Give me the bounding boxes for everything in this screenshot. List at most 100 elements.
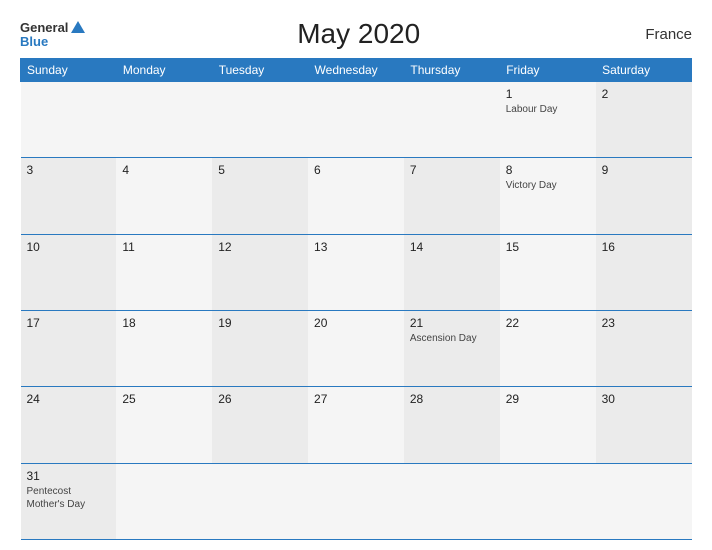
calendar-cell: 15 [500,234,596,310]
day-number: 11 [122,240,206,254]
day-number: 16 [602,240,686,254]
calendar-cell: 14 [404,234,500,310]
day-number: 2 [602,87,686,101]
days-header-row: Sunday Monday Tuesday Wednesday Thursday… [21,59,692,82]
day-event: Victory Day [506,179,590,192]
calendar-cell: 8 Victory Day [500,158,596,234]
day-number: 14 [410,240,494,254]
day-number: 19 [218,316,302,330]
calendar-cell: 12 [212,234,308,310]
day-number: 26 [218,392,302,406]
calendar-cell: 17 [21,310,117,386]
calendar-cell: 27 [308,387,404,463]
calendar-cell [212,463,308,539]
calendar-cell [404,82,500,158]
calendar-cell: 30 [596,387,692,463]
calendar-cell: 13 [308,234,404,310]
day-number: 31 [27,469,111,483]
calendar-cell: 11 [116,234,212,310]
calendar-cell: 4 [116,158,212,234]
logo: General Blue [20,21,85,48]
calendar-cell: 1 Labour Day [500,82,596,158]
calendar-cell [308,463,404,539]
calendar-week-row: 1 Labour Day 2 [21,82,692,158]
day-number: 21 [410,316,494,330]
calendar-cell [404,463,500,539]
calendar-cell [500,463,596,539]
day-number: 1 [506,87,590,101]
day-number: 4 [122,163,206,177]
calendar-header: General Blue May 2020 France [20,18,692,50]
calendar-cell: 3 [21,158,117,234]
day-number: 30 [602,392,686,406]
logo-general-text: General [20,21,68,34]
calendar-cell: 9 [596,158,692,234]
day-number: 3 [27,163,111,177]
day-event: Ascension Day [410,332,494,345]
calendar-cell: 18 [116,310,212,386]
day-number: 29 [506,392,590,406]
calendar-week-row: 345678 Victory Day 9 [21,158,692,234]
calendar-cell: 26 [212,387,308,463]
calendar-cell [116,82,212,158]
logo-blue-text: Blue [20,35,48,48]
day-number: 27 [314,392,398,406]
header-tuesday: Tuesday [212,59,308,82]
calendar-page: General Blue May 2020 France Sunday Mond… [0,0,712,550]
calendar-cell: 2 [596,82,692,158]
calendar-cell: 16 [596,234,692,310]
calendar-cell: 25 [116,387,212,463]
header-saturday: Saturday [596,59,692,82]
header-thursday: Thursday [404,59,500,82]
country-label: France [632,26,692,43]
day-number: 17 [27,316,111,330]
calendar-cell: 20 [308,310,404,386]
day-number: 6 [314,163,398,177]
calendar-table: Sunday Monday Tuesday Wednesday Thursday… [20,58,692,540]
header-wednesday: Wednesday [308,59,404,82]
day-number: 7 [410,163,494,177]
calendar-cell: 21 Ascension Day [404,310,500,386]
day-number: 22 [506,316,590,330]
calendar-cell: 7 [404,158,500,234]
calendar-cell: 24 [21,387,117,463]
calendar-cell [596,463,692,539]
day-number: 10 [27,240,111,254]
calendar-cell: 19 [212,310,308,386]
calendar-cell: 6 [308,158,404,234]
day-number: 28 [410,392,494,406]
day-number: 25 [122,392,206,406]
calendar-cell [212,82,308,158]
calendar-title: May 2020 [85,18,632,50]
header-friday: Friday [500,59,596,82]
day-event: Pentecost Mother's Day [27,485,111,511]
day-number: 18 [122,316,206,330]
calendar-cell: 23 [596,310,692,386]
day-number: 24 [27,392,111,406]
logo-triangle-icon [71,21,85,33]
calendar-cell [308,82,404,158]
day-number: 15 [506,240,590,254]
calendar-week-row: 17 18 19 20 21 Ascension Day 22 23 [21,310,692,386]
calendar-cell: 31 Pentecost Mother's Day [21,463,117,539]
day-number: 5 [218,163,302,177]
day-number: 23 [602,316,686,330]
day-number: 9 [602,163,686,177]
calendar-week-row: 10 11 12 13 14 15 16 [21,234,692,310]
calendar-cell: 29 [500,387,596,463]
day-event: Labour Day [506,103,590,116]
header-monday: Monday [116,59,212,82]
day-number: 13 [314,240,398,254]
calendar-week-row: 24 25 26 27 28 29 30 [21,387,692,463]
day-number: 8 [506,163,590,177]
calendar-cell: 5 [212,158,308,234]
calendar-week-row: 31 Pentecost Mother's Day [21,463,692,539]
calendar-cell [21,82,117,158]
header-sunday: Sunday [21,59,117,82]
calendar-cell: 10 [21,234,117,310]
calendar-cell: 28 [404,387,500,463]
calendar-cell [116,463,212,539]
day-number: 12 [218,240,302,254]
day-number: 20 [314,316,398,330]
calendar-cell: 22 [500,310,596,386]
